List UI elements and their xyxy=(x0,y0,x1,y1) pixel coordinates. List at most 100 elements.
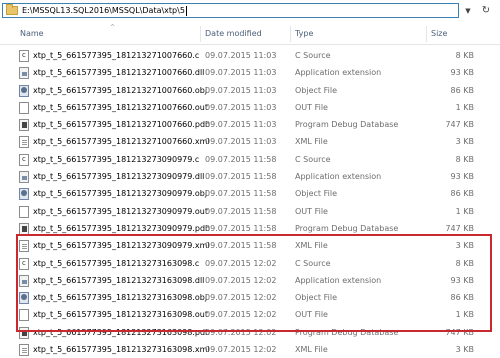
file-size: 93 KB xyxy=(450,275,474,285)
file-date: 09.07.2015 11:58 xyxy=(205,241,277,251)
file-row[interactable]: xtp_t_5_661577395_181213273090979.c 09.07… xyxy=(0,151,500,168)
file-name: xtp_t_5_661577395_181213273163098.xml xyxy=(33,345,210,355)
file-row[interactable]: xtp_t_5_661577395_181213273163098.dll 09.… xyxy=(0,272,500,289)
file-row[interactable]: xtp_t_5_661577395_181213271007660.xml 09.… xyxy=(0,133,500,150)
column-divider[interactable] xyxy=(426,26,427,42)
file-row[interactable]: xtp_t_5_661577395_181213273163098.pdb 09.… xyxy=(0,324,500,341)
file-date: 09.07.2015 12:02 xyxy=(205,275,277,285)
file-name: xtp_t_5_661577395_181213273163098.obj xyxy=(33,293,208,303)
dll-file-icon xyxy=(19,274,29,287)
file-type: Object File xyxy=(295,293,337,303)
file-type: Application extension xyxy=(295,68,382,78)
chevron-down-icon: ▼ xyxy=(465,6,471,15)
obj-file-icon xyxy=(19,188,29,201)
file-date: 09.07.2015 12:02 xyxy=(205,345,277,355)
text-caret xyxy=(185,5,187,16)
file-size: 86 KB xyxy=(450,293,474,303)
file-date: 09.07.2015 11:58 xyxy=(205,206,277,216)
file-type: C Source xyxy=(295,154,331,164)
refresh-button[interactable]: ↻ xyxy=(478,3,494,18)
file-type: C Source xyxy=(295,51,331,60)
file-size: 3 KB xyxy=(455,241,474,251)
file-row[interactable]: xtp_t_5_661577395_181213273163098.c 09.07… xyxy=(0,255,500,272)
file-size: 86 KB xyxy=(450,85,474,95)
file-row[interactable]: xtp_t_5_661577395_181213273163098.obj 09.… xyxy=(0,289,500,306)
file-list: xtp_t_5_661577395_181213271007660.c 09.07… xyxy=(0,47,500,358)
file-size: 3 KB xyxy=(455,137,474,147)
file-name: xtp_t_5_661577395_181213271007660.out xyxy=(33,102,208,112)
file-name: xtp_t_5_661577395_181213271007660.obj xyxy=(33,85,208,95)
file-row[interactable]: xtp_t_5_661577395_181213273163098.out 09.… xyxy=(0,306,500,323)
c-file-icon xyxy=(19,50,29,62)
file-size: 93 KB xyxy=(450,172,474,182)
file-type: XML File xyxy=(295,241,328,251)
file-row[interactable]: xtp_t_5_661577395_181213273090979.obj 09.… xyxy=(0,185,500,202)
address-dropdown-button[interactable]: ▼ xyxy=(461,3,475,18)
file-size: 86 KB xyxy=(450,189,474,199)
out-file-icon xyxy=(19,205,29,218)
file-date: 09.07.2015 11:03 xyxy=(205,51,277,60)
file-name: xtp_t_5_661577395_181213273090979.c xyxy=(33,154,200,164)
file-row[interactable]: xtp_t_5_661577395_181213273163098.xml 09.… xyxy=(0,341,500,358)
file-row[interactable]: xtp_t_5_661577395_181213273090979.xml 09.… xyxy=(0,237,500,254)
obj-file-icon xyxy=(19,84,29,97)
file-type: Object File xyxy=(295,189,337,199)
file-row[interactable]: xtp_t_5_661577395_181213273090979.dll 09.… xyxy=(0,168,500,185)
file-date: 09.07.2015 12:02 xyxy=(205,258,277,268)
file-type: Object File xyxy=(295,85,337,95)
file-type: Application extension xyxy=(295,275,382,285)
file-date: 09.07.2015 12:02 xyxy=(205,310,277,320)
address-input[interactable]: E:\MSSQL13.SQL2016\MSSQL\Data\xtp\5 xyxy=(2,3,459,18)
pdb-file-icon xyxy=(19,222,29,235)
column-type[interactable]: Type xyxy=(295,24,313,44)
folder-icon xyxy=(6,4,18,15)
address-path: E:\MSSQL13.SQL2016\MSSQL\Data\xtp\5 xyxy=(22,6,185,15)
file-type: Program Debug Database xyxy=(295,223,399,233)
column-name[interactable]: Name xyxy=(20,24,44,44)
sort-arrow-icon: ^ xyxy=(110,24,116,31)
file-type: OUT File xyxy=(295,206,328,216)
xml-file-icon xyxy=(19,136,29,149)
file-type: OUT File xyxy=(295,310,328,320)
file-date: 09.07.2015 11:03 xyxy=(205,137,277,147)
file-date: 09.07.2015 11:58 xyxy=(205,172,277,182)
file-size: 93 KB xyxy=(450,68,474,78)
file-type: C Source xyxy=(295,258,331,268)
file-name: xtp_t_5_661577395_181213273163098.c xyxy=(33,258,200,268)
column-date-modified[interactable]: Date modified xyxy=(205,24,262,44)
file-date: 09.07.2015 11:58 xyxy=(205,223,277,233)
file-row[interactable]: xtp_t_5_661577395_181213271007660.c 09.07… xyxy=(0,47,500,64)
file-name: xtp_t_5_661577395_181213273090979.dll xyxy=(33,172,205,182)
file-type: Application extension xyxy=(295,172,382,182)
file-name: xtp_t_5_661577395_181213271007660.pdb xyxy=(33,120,211,130)
file-row[interactable]: xtp_t_5_661577395_181213273090979.out 09.… xyxy=(0,203,500,220)
column-size[interactable]: Size xyxy=(431,24,447,44)
dll-file-icon xyxy=(19,67,29,80)
file-size: 747 KB xyxy=(445,120,474,130)
address-bar: E:\MSSQL13.SQL2016\MSSQL\Data\xtp\5 ▼ ↻ xyxy=(0,0,500,22)
column-divider[interactable] xyxy=(200,26,201,42)
file-size: 1 KB xyxy=(455,206,474,216)
out-file-icon xyxy=(19,309,29,322)
pdb-file-icon xyxy=(19,326,29,339)
file-row[interactable]: xtp_t_5_661577395_181213271007660.obj 09.… xyxy=(0,82,500,99)
refresh-icon: ↻ xyxy=(481,5,491,16)
file-type: Program Debug Database xyxy=(295,120,399,130)
file-name: xtp_t_5_661577395_181213273090979.obj xyxy=(33,189,208,199)
file-size: 8 KB xyxy=(455,154,474,164)
file-size: 8 KB xyxy=(455,51,474,60)
file-row[interactable]: xtp_t_5_661577395_181213273090979.pdb 09.… xyxy=(0,220,500,237)
file-date: 09.07.2015 12:02 xyxy=(205,293,277,303)
file-date: 09.07.2015 11:58 xyxy=(205,154,277,164)
c-file-icon xyxy=(19,257,29,270)
file-row[interactable]: xtp_t_5_661577395_181213271007660.dll 09.… xyxy=(0,64,500,81)
column-divider[interactable] xyxy=(290,26,291,42)
file-type: OUT File xyxy=(295,102,328,112)
out-file-icon xyxy=(19,101,29,114)
file-row[interactable]: xtp_t_5_661577395_181213271007660.out 09.… xyxy=(0,99,500,116)
pdb-file-icon xyxy=(19,119,29,132)
file-size: 1 KB xyxy=(455,102,474,112)
file-name: xtp_t_5_661577395_181213273090979.pdb xyxy=(33,223,211,233)
file-row[interactable]: xtp_t_5_661577395_181213271007660.pdb 09.… xyxy=(0,116,500,133)
file-size: 3 KB xyxy=(455,345,474,355)
